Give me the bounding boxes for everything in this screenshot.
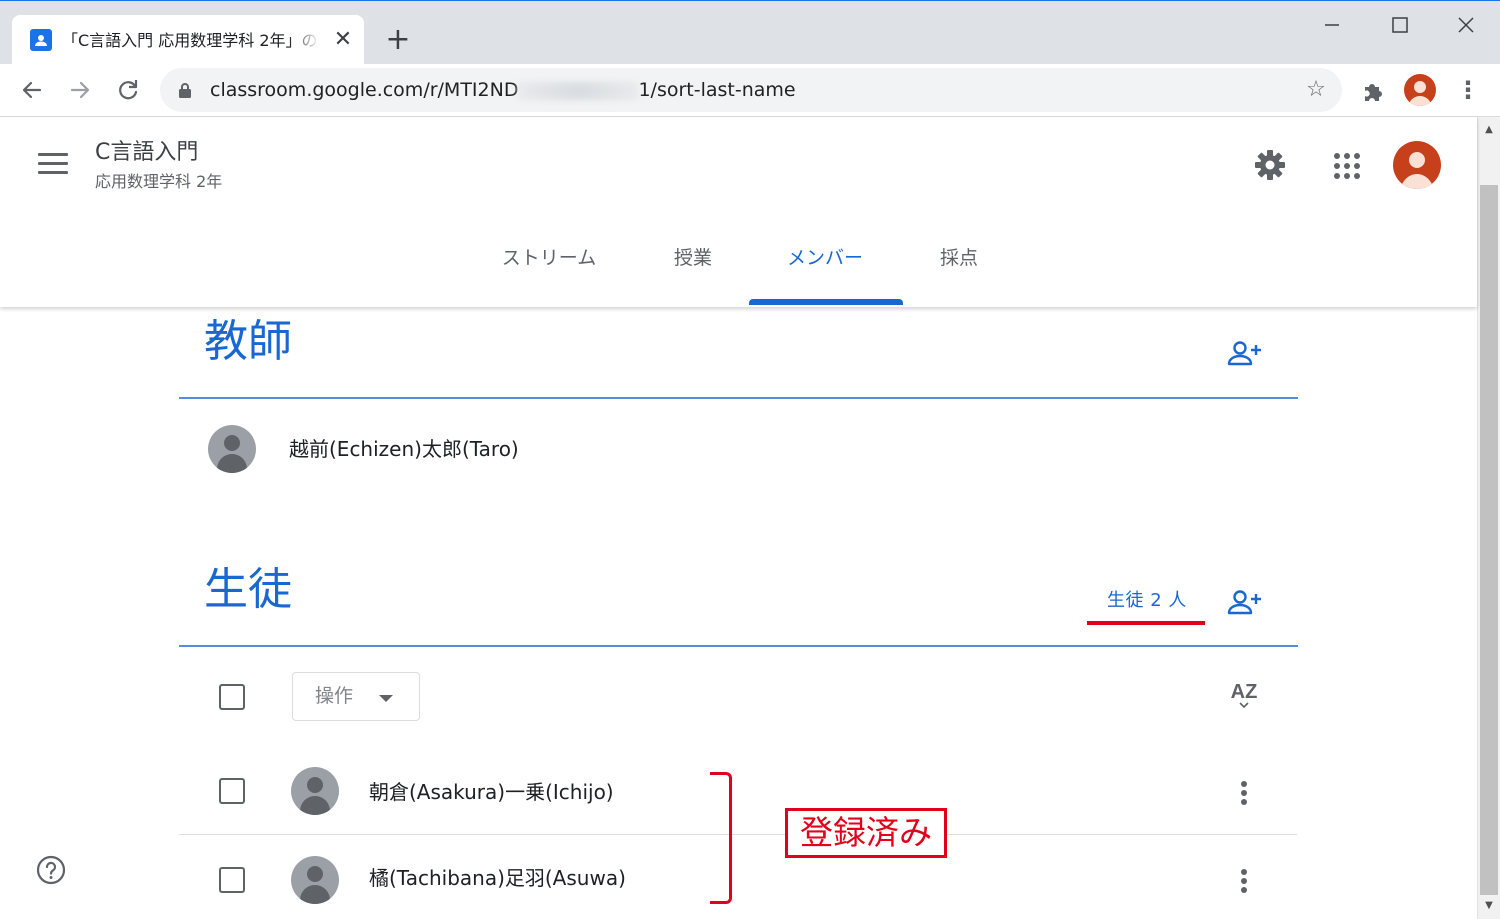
lock-icon[interactable] [178, 82, 192, 98]
back-arrow-icon[interactable] [14, 72, 50, 108]
students-divider [179, 645, 1298, 647]
browser-tab-strip: 「C言語入門 応用数理学科 2年」の ✕ + [0, 0, 1500, 65]
page-scrollbar[interactable]: ▲ ▼ [1477, 117, 1500, 919]
student-name[interactable]: 橘(Tachibana)足羽(Asuwa) [369, 864, 626, 892]
tab-people[interactable]: メンバー [770, 241, 880, 283]
class-name[interactable]: C言語入門 [95, 139, 198, 167]
more-options-icon[interactable] [1240, 781, 1248, 807]
browser-toolbar: classroom.google.com/r/MTI2ND 1/sort-last… [0, 64, 1500, 117]
extensions-puzzle-icon[interactable] [1360, 78, 1386, 104]
url-suffix: 1/sort-last-name [638, 79, 796, 101]
google-apps-grid-icon[interactable] [1334, 153, 1360, 179]
more-options-icon[interactable] [1240, 869, 1248, 895]
bookmark-star-icon[interactable]: ☆ [1304, 78, 1328, 102]
students-heading: 生徒 [204, 564, 292, 615]
forward-arrow-icon[interactable] [62, 72, 98, 108]
select-all-checkbox[interactable] [219, 684, 245, 710]
active-tab-indicator [749, 299, 903, 305]
address-bar[interactable]: classroom.google.com/r/MTI2ND 1/sort-last… [160, 68, 1342, 112]
chrome-menu-icon[interactable]: ⋮ [1456, 76, 1480, 104]
account-avatar[interactable] [1393, 141, 1441, 189]
classroom-header: C言語入門 応用数理学科 2年 ストリーム 授業 メンバー 採点 [0, 117, 1477, 307]
student-checkbox[interactable] [219, 867, 245, 893]
invite-student-icon[interactable] [1226, 587, 1264, 617]
settings-gear-icon[interactable] [1252, 147, 1288, 183]
scroll-up-arrow-icon[interactable]: ▲ [1478, 121, 1500, 139]
tab-title: 「C言語入門 応用数理学科 2年」の [62, 31, 318, 50]
student-count: 生徒 2 人 [1107, 590, 1187, 611]
teachers-divider [179, 397, 1298, 399]
main-menu-icon[interactable] [38, 153, 68, 177]
dropdown-caret-icon [379, 695, 393, 702]
classroom-favicon-icon [30, 29, 52, 51]
tab-classwork[interactable]: 授業 [660, 241, 726, 283]
window-close-icon[interactable] [1446, 11, 1486, 39]
teachers-heading: 教師 [204, 316, 292, 367]
count-highlight-underline [1087, 621, 1205, 625]
actions-label: 操作 [315, 685, 354, 707]
tab-stream[interactable]: ストリーム [494, 241, 604, 283]
sort-az-icon[interactable]: AZ [1226, 676, 1262, 710]
class-section: 応用数理学科 2年 [95, 172, 223, 191]
chrome-profile-avatar[interactable] [1404, 74, 1436, 106]
maximize-icon[interactable] [1380, 11, 1420, 39]
row-divider [179, 834, 1297, 835]
scrollbar-thumb[interactable] [1480, 185, 1498, 895]
student-avatar-icon [291, 856, 339, 904]
annotation-registered-label: 登録済み [785, 808, 947, 858]
url-prefix: classroom.google.com/r/MTI2ND [210, 79, 519, 101]
annotation-bracket [710, 772, 732, 904]
tab-close-icon[interactable]: ✕ [330, 27, 356, 53]
browser-tab[interactable]: 「C言語入門 応用数理学科 2年」の ✕ [12, 15, 364, 65]
reload-icon[interactable] [110, 72, 146, 108]
scroll-down-arrow-icon[interactable]: ▼ [1478, 897, 1500, 915]
student-name[interactable]: 朝倉(Asakura)一乗(Ichijo) [369, 778, 614, 806]
tab-grades[interactable]: 採点 [926, 241, 992, 283]
help-icon[interactable] [36, 855, 66, 885]
sort-az-text: AZ [1231, 681, 1258, 703]
teacher-name[interactable]: 越前(Echizen)太郎(Taro) [289, 435, 519, 463]
actions-dropdown[interactable]: 操作 [292, 672, 420, 721]
student-checkbox[interactable] [219, 778, 245, 804]
url-text[interactable]: classroom.google.com/r/MTI2ND 1/sort-last… [210, 68, 796, 112]
new-tab-button[interactable]: + [382, 25, 414, 57]
url-redacted [518, 81, 639, 100]
teacher-avatar-icon [208, 425, 256, 473]
minimize-icon[interactable] [1312, 11, 1352, 39]
student-avatar-icon [291, 767, 339, 815]
invite-teacher-icon[interactable] [1226, 338, 1264, 368]
